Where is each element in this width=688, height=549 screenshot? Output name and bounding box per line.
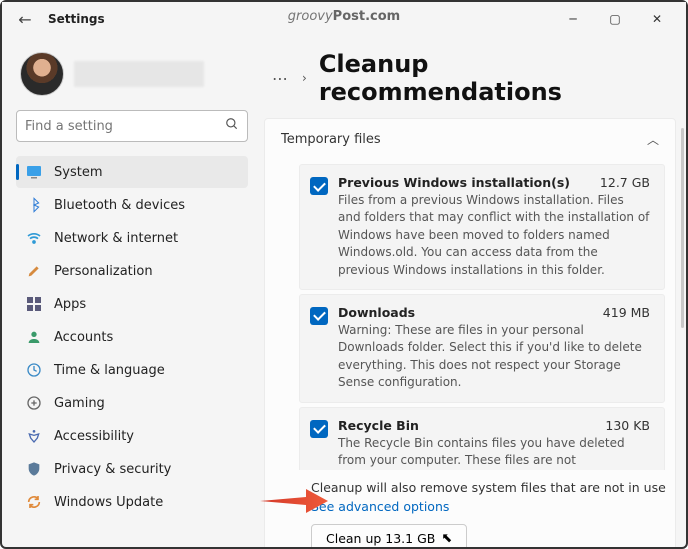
person-icon [26,329,42,345]
item-title: Recycle Bin [338,418,419,433]
profile[interactable] [16,44,248,110]
settings-window: ← Settings groovyPost.com ─ ▢ ✕ [0,0,688,549]
cleanup-item-previous-windows[interactable]: Previous Windows installation(s) 12.7 GB… [299,164,665,290]
nav-label: Accessibility [54,429,134,444]
sidebar-item-accessibility[interactable]: Accessibility [16,420,248,452]
checkbox[interactable] [310,420,328,438]
page-title: Cleanup recommendations [319,50,668,106]
nav-label: Personalization [54,264,153,279]
chevron-up-icon: ︿ [647,131,659,148]
section-header[interactable]: Temporary files ︿ [265,119,675,160]
sidebar-item-apps[interactable]: Apps [16,288,248,320]
item-description: Files from a previous Windows installati… [338,192,650,279]
main-content: ⋯ › Cleanup recommendations Temporary fi… [258,36,686,547]
item-size: 419 MB [603,305,650,320]
cleanup-button-label: Clean up 13.1 GB [326,531,435,546]
wifi-icon [26,230,42,246]
sidebar-item-bluetooth[interactable]: Bluetooth & devices [16,189,248,221]
cleanup-item-recycle-bin[interactable]: Recycle Bin 130 KB The Recycle Bin conta… [299,407,665,470]
cleanup-button[interactable]: Clean up 13.1 GB ⬉ [311,524,467,547]
gaming-icon [26,395,42,411]
item-size: 130 KB [605,418,650,433]
accessibility-icon [26,428,42,444]
nav-label: Privacy & security [54,462,171,477]
checkbox[interactable] [310,307,328,325]
temporary-files-section: Temporary files ︿ Previous Windows insta… [264,118,676,547]
minimize-button[interactable]: ─ [552,4,594,34]
apps-icon [26,296,42,312]
back-button[interactable]: ← [10,4,40,34]
nav-label: Time & language [54,363,165,378]
advanced-options-link[interactable]: See advanced options [265,497,675,524]
profile-name-redacted [74,61,204,87]
nav-label: Windows Update [54,495,163,510]
bluetooth-icon [26,197,42,213]
cleanup-note: Cleanup will also remove system files th… [265,470,675,497]
close-button[interactable]: ✕ [636,4,678,34]
search-input[interactable] [25,119,225,134]
sidebar-item-gaming[interactable]: Gaming [16,387,248,419]
item-title: Downloads [338,305,415,320]
scrollbar[interactable] [681,128,684,328]
item-description: Warning: These are files in your persona… [338,322,650,392]
sidebar-item-accounts[interactable]: Accounts [16,321,248,353]
cleanup-item-downloads[interactable]: Downloads 419 MB Warning: These are file… [299,294,665,403]
search-icon [225,117,239,135]
watermark: groovyPost.com [288,8,400,24]
titlebar: ← Settings groovyPost.com ─ ▢ ✕ [2,2,686,36]
update-icon [26,494,42,510]
paintbrush-icon [26,263,42,279]
sidebar-item-system[interactable]: System [16,156,248,188]
section-title: Temporary files [281,132,381,147]
cursor-icon: ⬉ [441,531,452,546]
nav-label: Bluetooth & devices [54,198,185,213]
maximize-button[interactable]: ▢ [594,4,636,34]
sidebar-item-time[interactable]: Time & language [16,354,248,386]
clock-globe-icon [26,362,42,378]
item-title: Previous Windows installation(s) [338,175,570,190]
item-size: 12.7 GB [600,175,650,190]
item-description: The Recycle Bin contains files you have … [338,435,650,470]
shield-icon [26,461,42,477]
chevron-right-icon: › [302,71,307,85]
nav-label: Network & internet [54,231,178,246]
nav-label: Apps [54,297,86,312]
breadcrumb-more-icon[interactable]: ⋯ [272,69,290,88]
window-title: Settings [48,12,105,26]
avatar [20,52,64,96]
sidebar-item-privacy[interactable]: Privacy & security [16,453,248,485]
sidebar-item-personalization[interactable]: Personalization [16,255,248,287]
nav-label: System [54,165,102,180]
nav-label: Gaming [54,396,105,411]
nav-label: Accounts [54,330,113,345]
breadcrumb: ⋯ › Cleanup recommendations [264,46,676,118]
checkbox[interactable] [310,177,328,195]
sidebar: System Bluetooth & devices Network & int… [2,36,258,547]
sidebar-item-network[interactable]: Network & internet [16,222,248,254]
search-box[interactable] [16,110,248,142]
sidebar-item-update[interactable]: Windows Update [16,486,248,518]
display-icon [26,164,42,180]
nav: System Bluetooth & devices Network & int… [16,156,248,518]
